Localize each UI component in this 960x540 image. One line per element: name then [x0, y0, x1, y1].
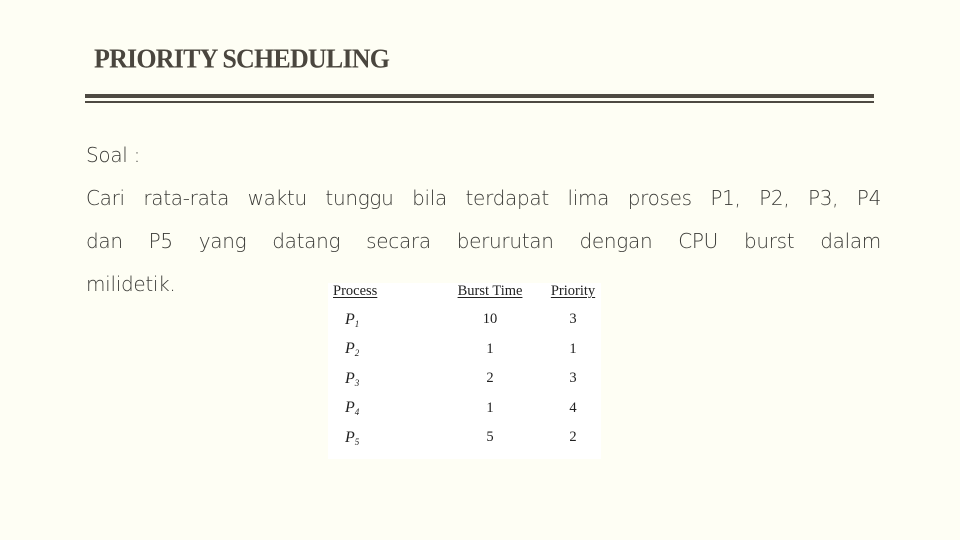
- slide-title: PRIORITY SCHEDULING: [94, 43, 390, 74]
- problem-text: Soal : Cari rata-rata waktu tunggu bila …: [86, 134, 881, 306]
- cell-burst-time: 1: [486, 399, 494, 416]
- cell-burst-time: 10: [482, 311, 498, 328]
- cell-burst-time: 5: [486, 429, 494, 446]
- table-row: P5 5 2: [328, 423, 601, 453]
- header-process: Process: [333, 283, 378, 299]
- table-row: P1 10 3: [328, 305, 601, 335]
- cell-process: P1: [345, 310, 360, 329]
- table-row: P2 1 1: [328, 335, 601, 365]
- cell-priority: 1: [569, 340, 577, 357]
- cell-process: P3: [345, 369, 360, 388]
- process-table-image: Process Burst Time Priority P1 10 3 P2 1…: [328, 283, 601, 459]
- cell-process: P4: [345, 399, 360, 418]
- title-divider-thick: [85, 94, 874, 98]
- header-burst-time: Burst Time: [457, 283, 523, 299]
- problem-line-1: Cari rata-rata waktu tunggu bila terdapa…: [86, 186, 881, 210]
- cell-priority: 3: [569, 370, 577, 387]
- table-row: P3 2 3: [328, 364, 601, 394]
- cell-process: P2: [345, 340, 360, 359]
- cell-burst-time: 2: [486, 370, 494, 387]
- cell-priority: 3: [569, 311, 577, 328]
- problem-label: Soal :: [86, 143, 141, 167]
- problem-line-2: dan P5 yang datang secara berurutan deng…: [86, 229, 881, 253]
- cell-priority: 4: [569, 399, 577, 416]
- header-priority: Priority: [550, 283, 596, 299]
- cell-burst-time: 1: [486, 340, 494, 357]
- process-table: Process Burst Time Priority P1 10 3 P2 1…: [328, 283, 601, 453]
- cell-process: P5: [345, 428, 360, 447]
- cell-priority: 2: [569, 429, 577, 446]
- title-divider-thin: [85, 101, 874, 103]
- table-row: P4 1 4: [328, 394, 601, 424]
- table-header-row: Process Burst Time Priority: [328, 283, 601, 305]
